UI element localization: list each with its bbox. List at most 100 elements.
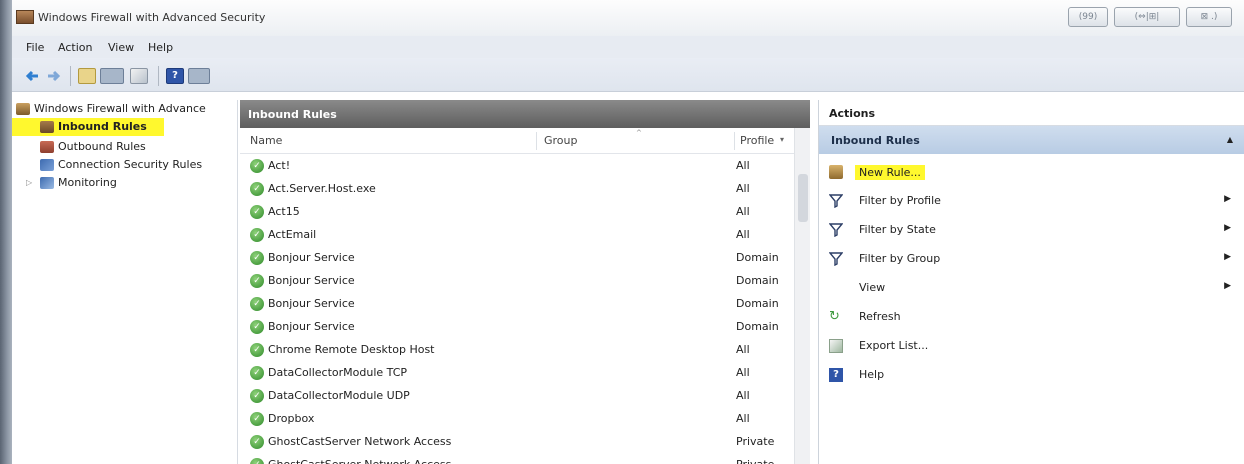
rules-pane-header: Inbound Rules xyxy=(240,100,810,128)
close-button[interactable]: ⊠ .) xyxy=(1186,7,1232,27)
rule-enabled-icon: ✓ xyxy=(250,435,264,449)
action-label: Filter by Profile xyxy=(859,194,941,207)
column-divider[interactable] xyxy=(536,132,537,150)
tree-item-label: Inbound Rules xyxy=(58,120,147,133)
rule-name: GhostCastServer Network Access xyxy=(268,458,451,464)
rule-enabled-icon: ✓ xyxy=(250,159,264,173)
help-icon: ? xyxy=(829,368,843,382)
expand-arrow-icon[interactable]: ▷ xyxy=(26,174,32,192)
rule-enabled-icon: ✓ xyxy=(250,366,264,380)
table-row[interactable]: ✓ GhostCastServer Network Access Private xyxy=(240,431,794,454)
rule-name: Act! xyxy=(268,159,291,172)
tree-item-outbound-rules[interactable]: Outbound Rules xyxy=(40,138,146,156)
rule-enabled-icon: ✓ xyxy=(250,320,264,334)
table-row[interactable]: ✓ Act! All xyxy=(240,155,794,178)
back-arrow-icon[interactable] xyxy=(24,68,40,84)
column-header-name[interactable]: Name xyxy=(250,134,282,147)
rule-profile: Domain xyxy=(736,320,779,333)
filter-icon xyxy=(828,194,844,209)
table-row[interactable]: ✓ Chrome Remote Desktop Host All xyxy=(240,339,794,362)
rule-enabled-icon: ✓ xyxy=(250,297,264,311)
menu-view[interactable]: View xyxy=(108,41,134,54)
filter-icon xyxy=(828,223,844,238)
table-row[interactable]: ✓ Bonjour Service Domain xyxy=(240,316,794,339)
menu-action[interactable]: Action xyxy=(58,41,92,54)
table-row[interactable]: ✓ GhostCastServer Network Access Private xyxy=(240,454,794,464)
export-icon[interactable] xyxy=(130,68,148,84)
table-row[interactable]: ✓ DataCollectorModule TCP All xyxy=(240,362,794,385)
action-view[interactable]: View ▶ xyxy=(819,274,1244,302)
menu-bar: File Action View Help xyxy=(12,36,1244,58)
action-refresh[interactable]: ↻ Refresh xyxy=(819,303,1244,331)
properties-icon[interactable] xyxy=(100,68,124,84)
rule-profile: All xyxy=(736,343,750,356)
help-icon[interactable]: ? xyxy=(166,68,184,84)
rule-profile: All xyxy=(736,205,750,218)
table-row[interactable]: ✓ Act.Server.Host.exe All xyxy=(240,178,794,201)
rule-name: Bonjour Service xyxy=(268,320,355,333)
rule-enabled-icon: ✓ xyxy=(250,458,264,464)
rule-enabled-icon: ✓ xyxy=(250,343,264,357)
menu-help[interactable]: Help xyxy=(148,41,173,54)
scrollbar-thumb[interactable] xyxy=(798,174,808,222)
minimize-button[interactable]: (99) xyxy=(1068,7,1108,27)
action-export-list[interactable]: Export List... xyxy=(819,332,1244,360)
action-label: New Rule... xyxy=(855,165,925,180)
rule-profile: Private xyxy=(736,458,774,464)
action-filter-by-group[interactable]: Filter by Group ▶ xyxy=(819,245,1244,273)
rule-profile: All xyxy=(736,412,750,425)
table-row[interactable]: ✓ Dropbox All xyxy=(240,408,794,431)
action-filter-by-state[interactable]: Filter by State ▶ xyxy=(819,216,1244,244)
table-row[interactable]: ✓ Bonjour Service Domain xyxy=(240,270,794,293)
tree-item-inbound-rules[interactable]: Inbound Rules xyxy=(12,118,164,136)
column-dropdown-icon[interactable]: ▾ xyxy=(780,135,784,144)
table-row[interactable]: ✓ Bonjour Service Domain xyxy=(240,247,794,270)
rule-enabled-icon: ✓ xyxy=(250,274,264,288)
inbound-rules-icon xyxy=(40,121,54,133)
rules-pane: Inbound Rules Name Group ^ Profile ▾ ✓ Ac… xyxy=(240,100,810,464)
refresh-icon: ↻ xyxy=(829,310,843,324)
tree-item-connection-security-rules[interactable]: Connection Security Rules xyxy=(40,156,202,174)
submenu-arrow-icon: ▶ xyxy=(1224,281,1231,291)
actions-group-inbound-rules[interactable]: Inbound Rules ▲ xyxy=(819,126,1244,154)
rule-profile: Domain xyxy=(736,251,779,264)
sort-indicator-icon: ^ xyxy=(636,129,642,137)
column-header-group[interactable]: Group xyxy=(544,134,578,147)
maximize-button[interactable]: (⇔|⊞| xyxy=(1114,7,1180,27)
action-label: View xyxy=(859,281,886,294)
table-row[interactable]: ✓ Bonjour Service Domain xyxy=(240,293,794,316)
rule-name: Act.Server.Host.exe xyxy=(268,182,376,195)
column-header-profile[interactable]: Profile xyxy=(740,134,774,147)
toolbar-separator xyxy=(70,66,71,86)
rule-profile: Domain xyxy=(736,297,779,310)
action-filter-by-profile[interactable]: Filter by Profile ▶ xyxy=(819,187,1244,215)
show-hide-action-pane-icon[interactable] xyxy=(188,68,210,84)
tree-root[interactable]: Windows Firewall with Advance xyxy=(16,100,206,118)
table-row[interactable]: ✓ Act15 All xyxy=(240,201,794,224)
collapse-icon[interactable]: ▲ xyxy=(1227,135,1233,144)
new-rule-icon xyxy=(829,165,843,179)
rule-enabled-icon: ✓ xyxy=(250,251,264,265)
show-hide-console-tree-icon[interactable] xyxy=(78,68,96,84)
table-row[interactable]: ✓ ActEmail All xyxy=(240,224,794,247)
rule-enabled-icon: ✓ xyxy=(250,228,264,242)
actions-pane: Actions Inbound Rules ▲ New Rule... Filte… xyxy=(818,100,1244,464)
tree-item-monitoring[interactable]: ▷ Monitoring xyxy=(26,174,117,192)
toolbar: ? xyxy=(12,58,1244,92)
tree-item-label: Monitoring xyxy=(58,176,117,189)
action-new-rule[interactable]: New Rule... xyxy=(819,158,1244,186)
forward-arrow-icon[interactable] xyxy=(46,68,62,84)
rule-name: DataCollectorModule TCP xyxy=(268,366,408,379)
action-help[interactable]: ? Help xyxy=(819,361,1244,389)
menu-file[interactable]: File xyxy=(26,41,44,54)
column-divider[interactable] xyxy=(734,132,735,150)
rule-enabled-icon: ✓ xyxy=(250,182,264,196)
vertical-scrollbar[interactable] xyxy=(794,128,810,464)
tree-root-label: Windows Firewall with Advance xyxy=(34,102,206,115)
rule-name: Bonjour Service xyxy=(268,251,355,264)
actions-title: Actions xyxy=(819,100,1244,126)
table-row[interactable]: ✓ DataCollectorModule UDP All xyxy=(240,385,794,408)
rule-profile: Domain xyxy=(736,274,779,287)
firewall-icon xyxy=(16,103,30,115)
export-list-icon xyxy=(829,339,843,353)
